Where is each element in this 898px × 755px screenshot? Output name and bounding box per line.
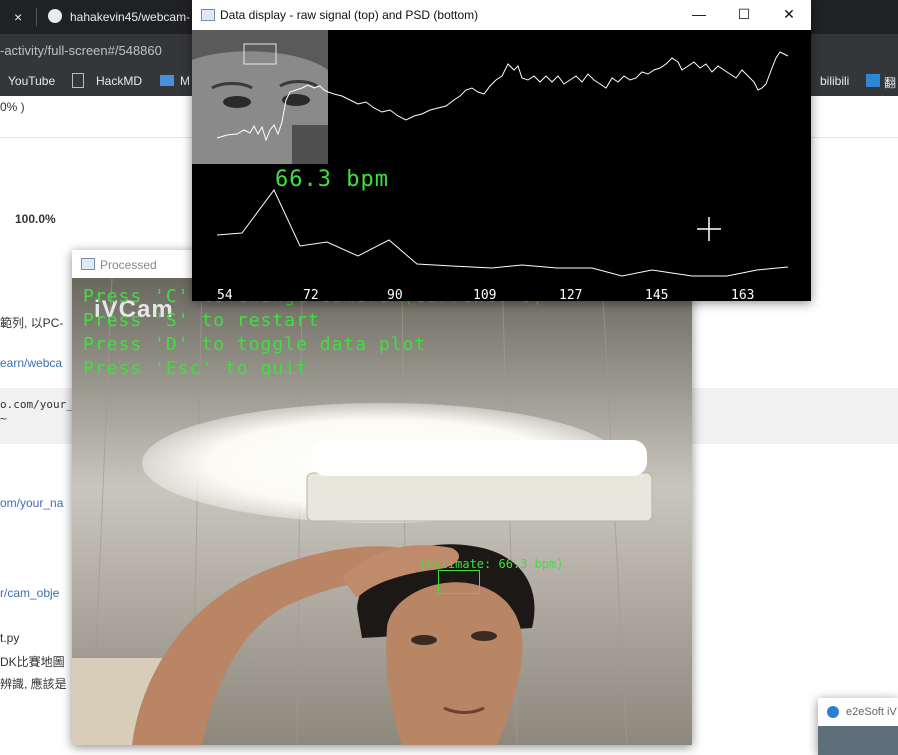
bookmark-youtube[interactable]: YouTube (8, 74, 55, 88)
close-button[interactable]: ✕ (779, 6, 799, 23)
bookmark-bilibili[interactable]: bilibili (820, 74, 849, 88)
psd-line (216, 189, 789, 277)
instruction-line: Press 'S' to restart (83, 310, 320, 331)
estimate-label: (estimate: 66.3 bpm) (419, 557, 564, 571)
github-icon (48, 9, 62, 23)
e2esoft-preview (818, 726, 898, 755)
x-tick: 54 (217, 288, 233, 303)
bookmark-m-icon (160, 75, 174, 86)
data-display-window: Data display - raw signal (top) and PSD … (192, 0, 811, 303)
data-window-title: Data display - raw signal (top) and PSD … (220, 8, 479, 22)
processed-title: Processed (100, 258, 157, 272)
camera-frame: iVCam Press 'C' to change camera (curren… (72, 278, 692, 745)
raw-signal-line (216, 51, 789, 142)
x-tick: 72 (303, 288, 319, 303)
page-text-line: 範列, 以PC- (0, 316, 64, 330)
x-tick: 109 (473, 288, 497, 303)
translate-icon (866, 74, 880, 87)
page-text-line: t.py (0, 631, 20, 645)
page-link[interactable]: earn/webca (0, 356, 62, 370)
bookmark-hackmd[interactable]: HackMD (96, 74, 142, 88)
signal-plot (216, 51, 789, 277)
window-app-icon (201, 9, 215, 21)
x-tick: 145 (645, 288, 669, 303)
tab-title[interactable]: hahakevin45/webcam- (70, 10, 190, 24)
instruction-line: Press 'D' to toggle data plot (83, 334, 427, 355)
x-tick: 127 (559, 288, 583, 303)
crosshair-cursor (697, 217, 721, 241)
window-app-icon (81, 258, 95, 270)
page-text-line: DK比賽地圖 (0, 655, 65, 669)
e2esoft-title: e2eSoft iV (846, 706, 897, 718)
data-title-bar[interactable]: Data display - raw signal (top) and PSD … (192, 0, 811, 30)
page-link[interactable]: om/your_na (0, 496, 63, 510)
e2esoft-window[interactable]: e2eSoft iV (818, 698, 898, 755)
webcam-icon (827, 706, 839, 718)
x-tick: 90 (387, 288, 403, 303)
url-text[interactable]: -activity/full-screen#/548860 (0, 43, 162, 58)
page-percent-text: 0% ) (0, 100, 25, 114)
code-line: o.com/your_ (0, 398, 73, 411)
page-text-line: 辨識, 應該是 (0, 677, 67, 691)
bookmark-m[interactable]: M (180, 74, 190, 88)
instruction-line: Press 'Esc' to quit (83, 358, 308, 379)
percent-value: 100.0% (15, 212, 56, 226)
code-line: ~ (0, 412, 7, 425)
tab-close-button[interactable]: × (14, 9, 22, 25)
minimize-button[interactable]: — (689, 6, 709, 22)
bookmark-translate[interactable]: 翻 (884, 74, 896, 91)
forehead-roi-box (438, 570, 480, 594)
page-link[interactable]: r/cam_obje (0, 586, 59, 600)
tab-divider (36, 8, 37, 26)
x-tick: 163 (731, 288, 755, 303)
maximize-button[interactable]: ☐ (734, 6, 754, 23)
processed-window: Processed iVCam Press 'C' Press 'S' to r… (72, 250, 692, 745)
hackmd-icon (72, 73, 84, 88)
bpm-readout: 66.3 bpm (275, 167, 389, 192)
